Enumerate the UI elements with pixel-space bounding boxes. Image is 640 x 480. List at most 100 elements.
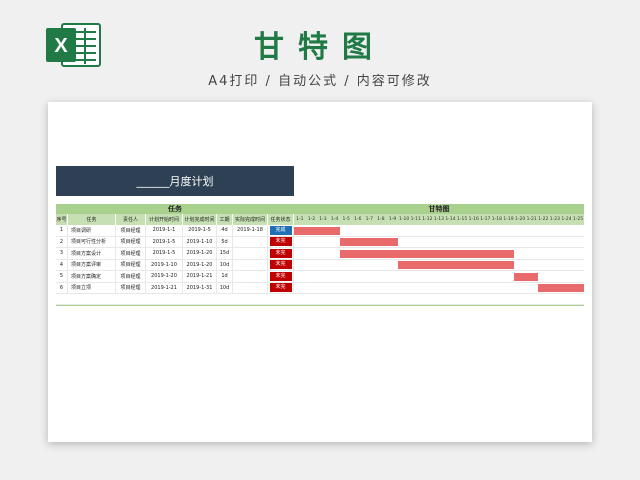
status-cell[interactable]: 未完 xyxy=(268,259,294,270)
gantt-bar[interactable] xyxy=(340,249,515,258)
gantt-table: 任务 甘特图 序号 任务 责任人 计划开始时间 计划完成时间 工期 实际完成时间… xyxy=(56,204,584,306)
date-cell[interactable]: 1-13 xyxy=(433,214,445,225)
date-cell[interactable]: 1-6 xyxy=(352,214,364,225)
gantt-bar[interactable] xyxy=(340,238,399,246)
owner-cell[interactable]: 项目经理 xyxy=(116,225,146,236)
actual-end-cell[interactable] xyxy=(233,236,268,247)
table-row[interactable]: 5 项目方案确定 项目经理 2019-1-20 2019-1-21 1d 未完 xyxy=(56,271,584,283)
duration-cell[interactable]: 4d xyxy=(217,225,233,236)
row-no-cell[interactable]: 6 xyxy=(56,282,68,293)
col-header-actual-end[interactable]: 实际完成时间 xyxy=(233,214,268,225)
row-no-cell[interactable]: 1 xyxy=(56,225,68,236)
gantt-bar[interactable] xyxy=(294,226,341,235)
plan-start-cell[interactable]: 2019-1-5 xyxy=(146,248,183,259)
date-cell[interactable]: 1-24 xyxy=(561,214,573,225)
date-cell[interactable]: 1-22 xyxy=(537,214,549,225)
row-no-cell[interactable]: 4 xyxy=(56,259,68,270)
plan-start-cell[interactable]: 2019-1-10 xyxy=(146,259,183,270)
col-header-task[interactable]: 任务 xyxy=(68,214,116,225)
col-header-no[interactable]: 序号 xyxy=(56,214,68,225)
plan-banner[interactable]: ______月度计划 xyxy=(56,166,294,196)
date-cell[interactable]: 1-19 xyxy=(503,214,515,225)
col-header-owner[interactable]: 责任人 xyxy=(116,214,146,225)
plan-end-cell[interactable]: 2019-1-5 xyxy=(183,225,217,236)
gantt-bar[interactable] xyxy=(398,261,515,269)
actual-end-cell[interactable] xyxy=(233,259,268,270)
actual-end-cell[interactable] xyxy=(233,271,268,282)
plan-start-cell[interactable]: 2019-1-5 xyxy=(146,236,183,247)
row-no-cell[interactable]: 3 xyxy=(56,248,68,259)
date-cell[interactable]: 1-8 xyxy=(375,214,387,225)
task-name-cell[interactable]: 项目可行性分析 xyxy=(68,236,116,247)
status-badge: 未完 xyxy=(269,260,292,270)
plan-end-cell[interactable]: 2019-1-20 xyxy=(183,259,217,270)
date-cell[interactable]: 1-4 xyxy=(329,214,341,225)
duration-cell[interactable]: 15d xyxy=(217,248,233,259)
col-header-plan-start[interactable]: 计划开始时间 xyxy=(146,214,183,225)
col-header-plan-end[interactable]: 计划完成时间 xyxy=(183,214,217,225)
date-cell[interactable]: 1-23 xyxy=(549,214,561,225)
status-cell[interactable]: 未完 xyxy=(268,248,294,259)
date-cell[interactable]: 1-17 xyxy=(480,214,492,225)
task-name-cell[interactable]: 项目方案评审 xyxy=(68,259,116,270)
date-header-cells: 1-1 1-2 1-3 1-4 1-5 1-6 1-7 1-8 1-9 1-10 1-11 1-12 1… xyxy=(294,214,584,225)
row-no-cell[interactable]: 5 xyxy=(56,271,68,282)
owner-cell[interactable]: 项目经理 xyxy=(116,259,146,270)
col-header-status[interactable]: 任务状态 xyxy=(268,214,294,225)
status-cell[interactable]: 未完 xyxy=(268,236,294,247)
duration-cell[interactable]: 1d xyxy=(217,271,233,282)
date-cell[interactable]: 1-12 xyxy=(422,214,434,225)
actual-end-cell[interactable]: 2019-1-18 xyxy=(233,225,268,236)
owner-cell[interactable]: 项目经理 xyxy=(116,282,146,293)
owner-cell[interactable]: 项目经理 xyxy=(116,248,146,259)
date-cell[interactable]: 1-14 xyxy=(445,214,457,225)
actual-end-cell[interactable] xyxy=(233,248,268,259)
plan-end-cell[interactable]: 2019-1-10 xyxy=(183,236,217,247)
table-row[interactable]: 3 项目方案设计 项目经理 2019-1-5 2019-1-20 15d 未完 xyxy=(56,248,584,260)
date-cell[interactable]: 1-18 xyxy=(491,214,503,225)
date-cell[interactable]: 1-11 xyxy=(410,214,422,225)
table-row[interactable]: 2 项目可行性分析 项目经理 2019-1-5 2019-1-10 5d 未完 xyxy=(56,236,584,248)
row-no-cell[interactable]: 2 xyxy=(56,236,68,247)
status-cell[interactable]: 未完 xyxy=(268,282,294,293)
plan-end-cell[interactable]: 2019-1-31 xyxy=(183,282,217,293)
task-group-header: 任务 xyxy=(56,204,294,214)
task-name-cell[interactable]: 项目方案设计 xyxy=(68,248,116,259)
actual-end-cell[interactable] xyxy=(233,282,268,293)
table-row[interactable]: 6 项目立项 项目经理 2019-1-21 2019-1-31 10d 未完 xyxy=(56,282,584,294)
owner-cell[interactable]: 项目经理 xyxy=(116,271,146,282)
date-cell[interactable]: 1-2 xyxy=(306,214,318,225)
date-cell[interactable]: 1-15 xyxy=(456,214,468,225)
date-cell[interactable]: 1-1 xyxy=(294,214,306,225)
date-cell[interactable]: 1-9 xyxy=(387,214,399,225)
gantt-bar[interactable] xyxy=(537,284,584,292)
plan-start-cell[interactable]: 2019-1-1 xyxy=(146,225,183,236)
column-header-row: 序号 任务 责任人 计划开始时间 计划完成时间 工期 实际完成时间 任务状态 1… xyxy=(56,214,584,225)
date-cell[interactable]: 1-3 xyxy=(317,214,329,225)
table-row[interactable]: 4 项目方案评审 项目经理 2019-1-10 2019-1-20 10d 未完 xyxy=(56,259,584,271)
plan-start-cell[interactable]: 2019-1-20 xyxy=(146,271,183,282)
task-name-cell[interactable]: 项目调研 xyxy=(68,225,116,236)
status-cell[interactable]: 完成 xyxy=(268,225,294,236)
plan-end-cell[interactable]: 2019-1-21 xyxy=(183,271,217,282)
duration-cell[interactable]: 10d xyxy=(217,259,233,270)
date-cell[interactable]: 1-25 xyxy=(572,214,584,225)
date-cell[interactable]: 1-7 xyxy=(364,214,376,225)
plan-end-cell[interactable]: 2019-1-20 xyxy=(183,248,217,259)
date-cell[interactable]: 1-21 xyxy=(526,214,538,225)
date-cell[interactable]: 1-16 xyxy=(468,214,480,225)
plan-start-cell[interactable]: 2019-1-21 xyxy=(146,282,183,293)
gantt-bar[interactable] xyxy=(514,272,538,281)
duration-cell[interactable]: 5d xyxy=(217,236,233,247)
date-cell[interactable]: 1-5 xyxy=(340,214,352,225)
task-name-cell[interactable]: 项目立项 xyxy=(68,282,116,293)
owner-cell[interactable]: 项目经理 xyxy=(116,236,146,247)
empty-row[interactable] xyxy=(56,294,584,305)
table-row[interactable]: 1 项目调研 项目经理 2019-1-1 2019-1-5 4d 2019-1-18 完成 xyxy=(56,225,584,237)
task-name-cell[interactable]: 项目方案确定 xyxy=(68,271,116,282)
date-cell[interactable]: 1-20 xyxy=(514,214,526,225)
date-cell[interactable]: 1-10 xyxy=(398,214,410,225)
duration-cell[interactable]: 10d xyxy=(217,282,233,293)
status-cell[interactable]: 未完 xyxy=(268,271,294,282)
col-header-duration[interactable]: 工期 xyxy=(217,214,233,225)
